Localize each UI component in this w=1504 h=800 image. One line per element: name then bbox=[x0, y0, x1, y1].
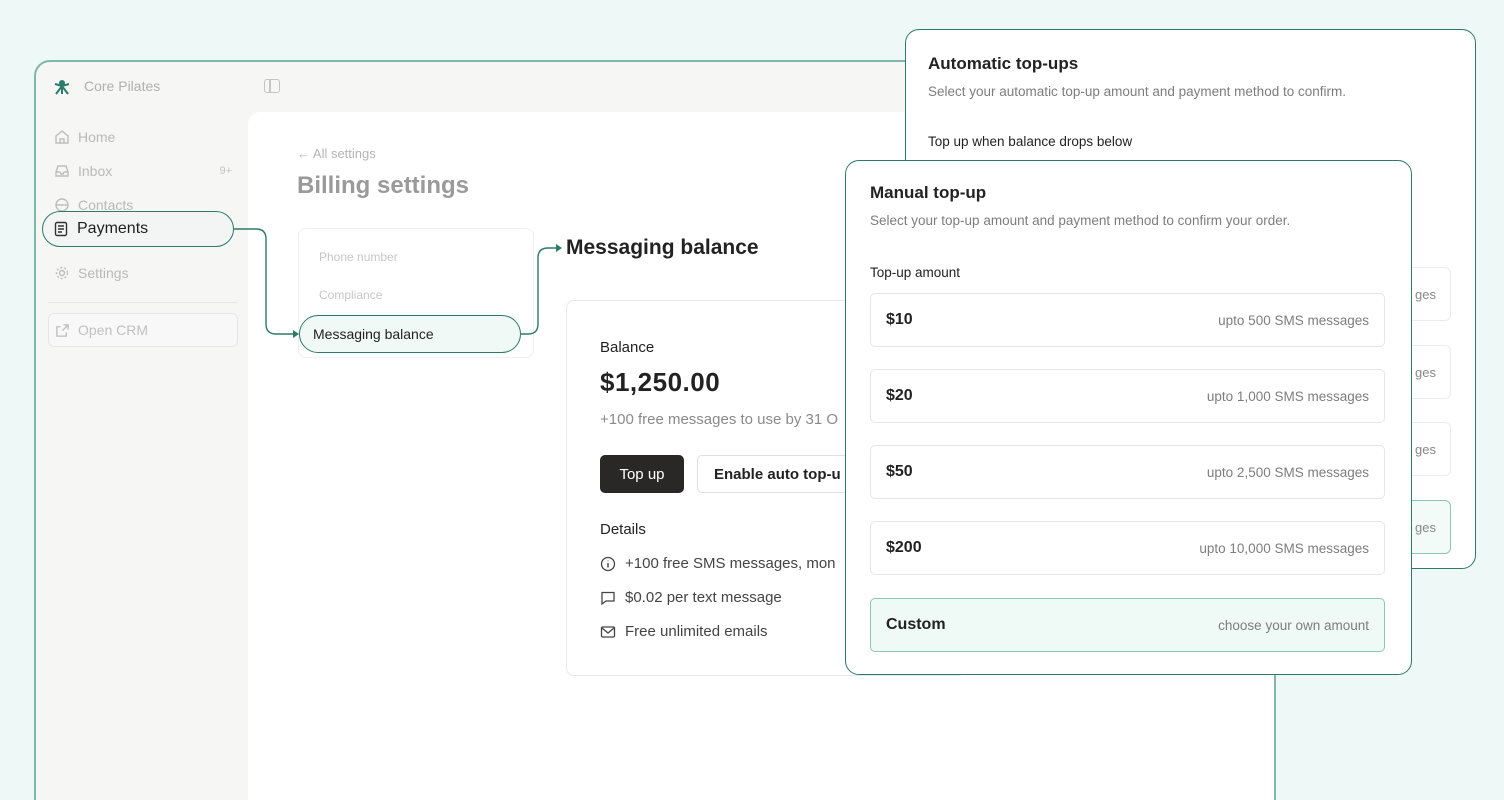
sidebar-item-label: Payments bbox=[77, 220, 149, 237]
detail-free-emails: Free unlimited emails bbox=[600, 623, 768, 640]
option-price: $50 bbox=[886, 463, 913, 480]
manual-top-up-panel: Manual top-up Select your top-up amount … bbox=[845, 160, 1412, 675]
option-price: $200 bbox=[886, 539, 922, 556]
brand-logo-icon bbox=[54, 80, 70, 95]
automatic-top-ups-subtitle: Select your automatic top-up amount and … bbox=[928, 84, 1346, 99]
manual-top-up-subtitle: Select your top-up amount and payment me… bbox=[870, 213, 1291, 228]
sidebar-item-payments[interactable]: Payments bbox=[42, 211, 234, 247]
home-icon bbox=[55, 130, 69, 144]
free-messages-note: +100 free messages to use by 31 O bbox=[600, 411, 839, 428]
back-to-settings-link[interactable]: ← All settings bbox=[297, 146, 376, 161]
top-up-amount-label: Top-up amount bbox=[870, 265, 961, 280]
top-up-option-10[interactable]: $10 upto 500 SMS messages bbox=[870, 293, 1385, 347]
details-title: Details bbox=[600, 521, 646, 538]
open-crm-button[interactable]: Open CRM bbox=[48, 313, 238, 347]
top-up-option-50[interactable]: $50 upto 2,500 SMS messages bbox=[870, 445, 1385, 499]
detail-price-per-message: $0.02 per text message bbox=[600, 589, 782, 606]
message-icon bbox=[601, 591, 615, 605]
threshold-label: Top up when balance drops below bbox=[928, 134, 1133, 149]
option-description: choose your own amount bbox=[1218, 617, 1369, 633]
balance-amount: $1,250.00 bbox=[600, 367, 721, 397]
settings-nav-messaging-balance[interactable]: Messaging balance bbox=[299, 315, 521, 353]
manual-top-up-title: Manual top-up bbox=[870, 183, 987, 202]
option-description: upto 500 SMS messages bbox=[1218, 312, 1369, 328]
receipt-icon bbox=[54, 221, 68, 237]
top-up-option-custom[interactable]: Custom choose your own amount bbox=[870, 598, 1385, 652]
sidebar-item-home[interactable]: Home bbox=[48, 120, 238, 154]
inbox-icon bbox=[55, 165, 69, 177]
detail-text: Free unlimited emails bbox=[625, 623, 768, 640]
option-price: $20 bbox=[886, 387, 913, 404]
gear-icon bbox=[55, 266, 69, 280]
mail-icon bbox=[600, 625, 616, 638]
detail-free-sms: +100 free SMS messages, mon bbox=[600, 555, 836, 572]
sidebar-divider bbox=[48, 302, 238, 303]
top-up-option-20[interactable]: $20 upto 1,000 SMS messages bbox=[870, 369, 1385, 423]
option-price: $10 bbox=[886, 311, 913, 328]
top-up-button[interactable]: Top up bbox=[600, 455, 684, 493]
option-description: upto 10,000 SMS messages bbox=[1199, 540, 1369, 556]
sidebar-item-label: Home bbox=[78, 129, 116, 145]
sidebar-item-label: Inbox bbox=[78, 163, 113, 179]
settings-nav-phone-number[interactable]: Phone number bbox=[319, 250, 398, 264]
page-title: Billing settings bbox=[297, 172, 470, 199]
balance-label: Balance bbox=[600, 339, 655, 356]
open-crm-label: Open CRM bbox=[78, 322, 149, 338]
inbox-count-badge: 9+ bbox=[219, 165, 232, 177]
brand[interactable]: Core Pilates bbox=[52, 76, 160, 96]
brand-name: Core Pilates bbox=[84, 78, 161, 94]
detail-text: +100 free SMS messages, mon bbox=[625, 555, 836, 572]
external-link-icon bbox=[56, 323, 69, 337]
sidebar-toggle-icon[interactable] bbox=[264, 79, 280, 93]
option-price: Custom bbox=[886, 616, 946, 633]
info-icon bbox=[600, 556, 616, 571]
sidebar-item-inbox[interactable]: Inbox 9+ bbox=[48, 154, 238, 188]
sidebar-item-settings[interactable]: Settings bbox=[48, 256, 238, 290]
section-title: Messaging balance bbox=[566, 236, 759, 259]
option-description: upto 2,500 SMS messages bbox=[1206, 464, 1369, 480]
automatic-top-ups-title: Automatic top-ups bbox=[928, 54, 1079, 73]
top-up-option-200[interactable]: $200 upto 10,000 SMS messages bbox=[870, 521, 1385, 575]
detail-text: $0.02 per text message bbox=[625, 589, 782, 606]
settings-nav-compliance[interactable]: Compliance bbox=[319, 288, 382, 302]
option-description: upto 1,000 SMS messages bbox=[1206, 388, 1369, 404]
sidebar-item-label: Settings bbox=[78, 265, 129, 281]
